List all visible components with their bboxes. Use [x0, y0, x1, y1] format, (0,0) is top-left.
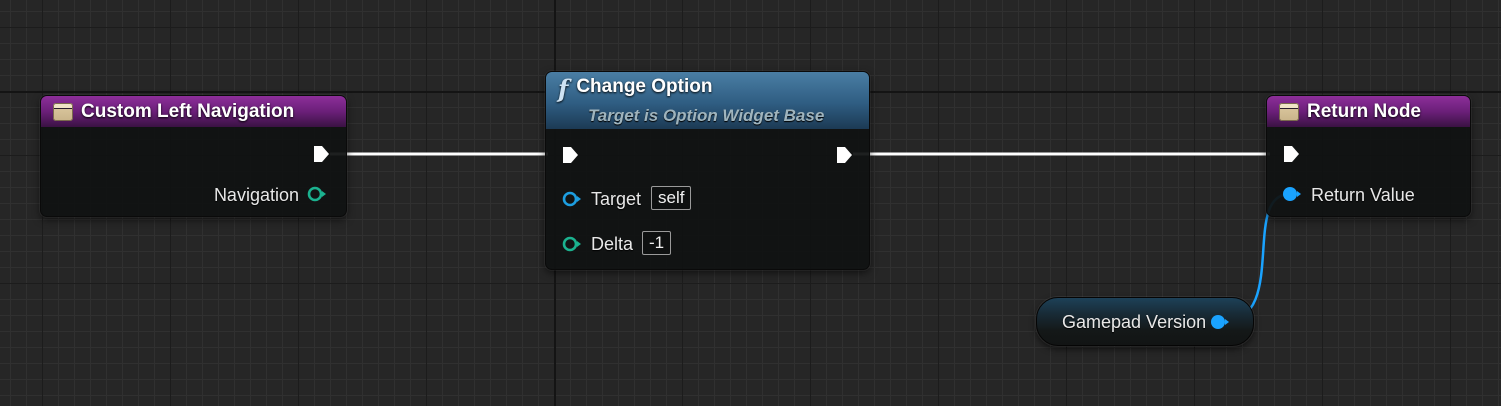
return-node[interactable]: Return Node Return Value — [1266, 95, 1471, 217]
delta-default-value[interactable]: -1 — [642, 231, 672, 255]
target-pin-label: Target — [591, 189, 642, 209]
exec-in-pin-icon[interactable] — [1282, 145, 1300, 163]
gamepad-version-bool-pin-icon[interactable] — [1210, 314, 1230, 330]
change-option-header[interactable]: f Change Option Target is Option Widget … — [546, 72, 869, 129]
return-node-header[interactable]: Return Node — [1267, 96, 1470, 127]
function-entry-icon — [53, 102, 73, 121]
exec-in-pin-icon[interactable] — [561, 146, 579, 164]
return-value-pin-label: Return Value — [1311, 185, 1415, 205]
exec-out-pin-icon[interactable] — [835, 146, 853, 164]
delta-pin-label: Delta — [591, 234, 634, 254]
change-option-subtitle: Target is Option Widget Base — [588, 106, 825, 125]
navigation-pin-label: Navigation — [213, 185, 299, 205]
target-default-value[interactable]: self — [651, 186, 692, 210]
target-object-pin-icon[interactable] — [562, 191, 582, 207]
function-f-icon: f — [558, 74, 569, 103]
delta-struct-pin-icon[interactable] — [562, 236, 582, 252]
custom-left-navigation-title: Custom Left Navigation — [81, 100, 295, 122]
function-result-icon — [1279, 102, 1299, 121]
navigation-struct-pin-icon[interactable] — [307, 186, 327, 202]
gamepad-version-label: Gamepad Version — [1062, 312, 1207, 332]
change-option-node[interactable]: f Change Option Target is Option Widget … — [545, 71, 870, 270]
return-node-title: Return Node — [1307, 100, 1421, 122]
custom-left-navigation-node[interactable]: Custom Left Navigation Navigation — [40, 95, 347, 217]
return-value-bool-pin-icon[interactable] — [1282, 186, 1302, 202]
gamepad-version-variable-node[interactable]: Gamepad Version — [1036, 297, 1254, 346]
custom-left-navigation-header[interactable]: Custom Left Navigation — [41, 96, 346, 127]
change-option-title: Change Option — [576, 76, 713, 97]
exec-out-pin-icon[interactable] — [312, 145, 330, 163]
